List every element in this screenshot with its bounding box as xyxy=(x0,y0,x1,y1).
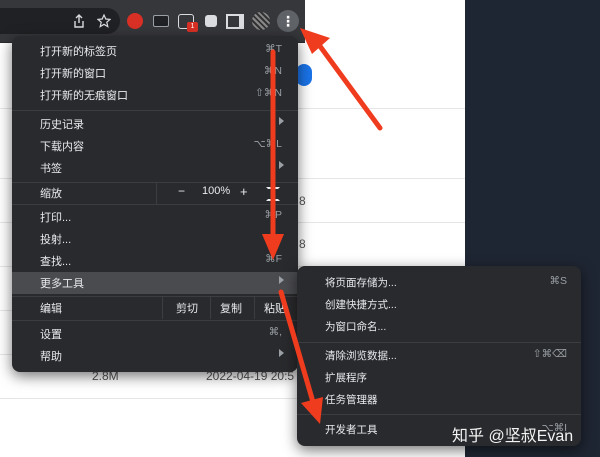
edit-divider xyxy=(210,297,211,319)
zoom-level: 100% xyxy=(202,185,231,197)
extensions-puzzle-icon[interactable] xyxy=(200,10,222,32)
menu-edit-row: 编辑 剪切 复制 粘贴 xyxy=(12,297,298,319)
copy-button[interactable]: 复制 xyxy=(220,300,242,316)
blue-pill-button[interactable] xyxy=(296,64,312,86)
zoom-divider xyxy=(156,182,157,204)
paste-button[interactable]: 粘贴 xyxy=(264,300,286,316)
edit-label: 编辑 xyxy=(40,303,62,315)
submenu-item-create-shortcut[interactable]: 创建快捷方式... xyxy=(297,294,581,316)
menu-item-shortcut: ⌥⌘L xyxy=(253,138,282,150)
submenu-item-label: 扩展程序 xyxy=(325,372,367,384)
submenu-item-label: 为窗口命名... xyxy=(325,321,387,333)
side-panel-icon[interactable] xyxy=(224,10,246,32)
chrome-main-menu: 打开新的标签页 ⌘T 打开新的窗口 ⌘N 打开新的无痕窗口 ⇧⌘N 历史记录 下… xyxy=(12,36,298,372)
menu-item-label: 打开新的无痕窗口 xyxy=(40,90,128,102)
menu-item-help[interactable]: 帮助 xyxy=(12,345,298,367)
zoom-in-button[interactable]: + xyxy=(240,184,248,199)
menu-item-label: 查找... xyxy=(40,256,72,268)
watermark: 知乎 @坚叔Evan xyxy=(452,428,574,445)
extension-red-icon[interactable] xyxy=(124,10,146,32)
menu-item-label: 帮助 xyxy=(40,351,62,363)
menu-item-shortcut: ⌘P xyxy=(264,209,282,221)
menu-item-shortcut: ⌘T xyxy=(265,43,282,55)
menu-item-label: 更多工具 xyxy=(40,278,84,290)
fullscreen-icon[interactable] xyxy=(266,187,280,201)
menu-item-downloads[interactable]: 下载内容 ⌥⌘L xyxy=(12,135,298,157)
submenu-separator xyxy=(297,414,581,415)
menu-zoom-row: 缩放 − 100% + xyxy=(12,182,298,204)
menu-item-label: 打开新的窗口 xyxy=(40,68,106,80)
submenu-item-shortcut: ⇧⌘⌫ xyxy=(532,348,567,360)
menu-item-shortcut: ⌘, xyxy=(268,326,282,338)
menu-separator xyxy=(12,110,298,111)
menu-item-print[interactable]: 打印... ⌘P xyxy=(12,206,298,228)
cut-button[interactable]: 剪切 xyxy=(176,300,198,316)
menu-item-label: 设置 xyxy=(40,329,62,341)
more-menu-kebab-icon[interactable]: ⋮ xyxy=(277,10,299,32)
menu-item-shortcut: ⌘F xyxy=(265,253,282,265)
submenu-separator xyxy=(297,342,581,343)
menu-item-label: 历史记录 xyxy=(40,119,84,131)
submenu-item-label: 开发者工具 xyxy=(325,424,378,436)
menu-item-new-tab[interactable]: 打开新的标签页 ⌘T xyxy=(12,40,298,62)
menu-item-new-window[interactable]: 打开新的窗口 ⌘N xyxy=(12,62,298,84)
menu-item-label: 下载内容 xyxy=(40,141,84,153)
menu-item-find[interactable]: 查找... ⌘F xyxy=(12,250,298,272)
submenu-item-label: 任务管理器 xyxy=(325,394,378,406)
submenu-item-name-window[interactable]: 为窗口命名... xyxy=(297,316,581,338)
menu-item-shortcut: ⌘N xyxy=(263,65,282,77)
submenu-item-shortcut: ⌘S xyxy=(549,275,567,287)
submenu-item-clear-browsing-data[interactable]: 清除浏览数据... ⇧⌘⌫ xyxy=(297,345,581,367)
bookmark-star-icon[interactable] xyxy=(93,10,115,32)
edit-divider xyxy=(254,297,255,319)
menu-item-cast[interactable]: 投射... xyxy=(12,228,298,250)
chevron-right-icon xyxy=(279,276,284,284)
menu-item-label: 书签 xyxy=(40,163,62,175)
submenu-item-extensions[interactable]: 扩展程序 xyxy=(297,367,581,389)
submenu-item-label: 创建快捷方式... xyxy=(325,299,397,311)
table-cell: 8 xyxy=(299,237,306,251)
edit-divider xyxy=(162,297,163,319)
menu-item-bookmarks[interactable]: 书签 xyxy=(12,157,298,179)
table-cell: 8 xyxy=(299,194,306,208)
chevron-right-icon xyxy=(279,349,284,357)
submenu-item-task-manager[interactable]: 任务管理器 xyxy=(297,389,581,411)
extension-terminal-icon[interactable] xyxy=(150,10,172,32)
zoom-out-button[interactable]: − xyxy=(178,184,185,198)
menu-separator xyxy=(12,320,298,321)
share-icon[interactable] xyxy=(68,10,90,32)
submenu-item-label: 将页面存储为... xyxy=(325,277,397,289)
menu-item-shortcut: ⇧⌘N xyxy=(255,87,282,99)
menu-item-history[interactable]: 历史记录 xyxy=(12,113,298,135)
menu-separator xyxy=(12,204,298,205)
extension-count-badge: 1 xyxy=(187,22,198,32)
menu-item-label: 打开新的标签页 xyxy=(40,46,117,58)
menu-item-settings[interactable]: 设置 ⌘, xyxy=(12,323,298,345)
chevron-right-icon xyxy=(279,161,284,169)
menu-item-label: 打印... xyxy=(40,212,72,224)
menu-item-more-tools[interactable]: 更多工具 xyxy=(12,272,298,294)
more-tools-submenu: 将页面存储为... ⌘S 创建快捷方式... 为窗口命名... 清除浏览数据..… xyxy=(297,266,581,446)
chevron-right-icon xyxy=(279,117,284,125)
zoom-label: 缩放 xyxy=(40,188,62,200)
menu-item-label: 投射... xyxy=(40,234,72,246)
submenu-item-save-page[interactable]: 将页面存储为... ⌘S xyxy=(297,272,581,294)
menu-item-new-incognito-window[interactable]: 打开新的无痕窗口 ⇧⌘N xyxy=(12,84,298,106)
submenu-item-label: 清除浏览数据... xyxy=(325,350,397,362)
profile-avatar[interactable] xyxy=(250,10,272,32)
